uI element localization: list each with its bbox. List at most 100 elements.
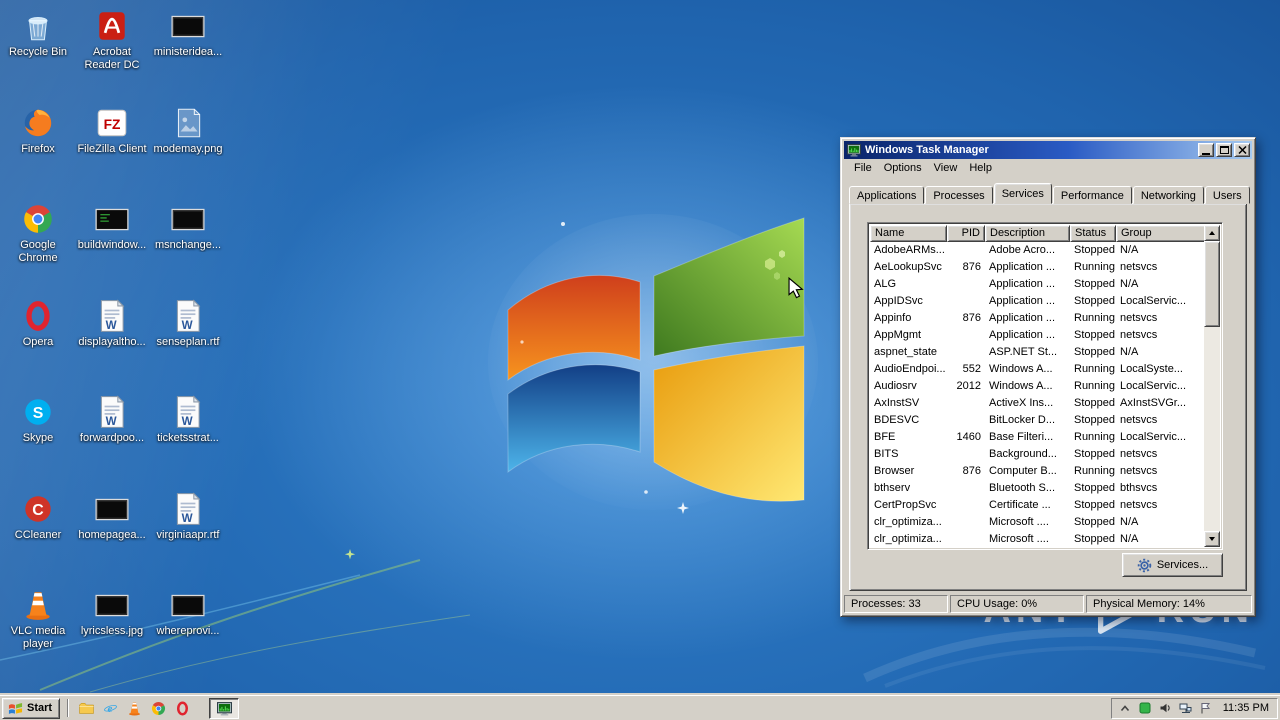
start-button[interactable]: Start <box>2 697 61 719</box>
desktop-icon-whereprovi[interactable]: whereprovi... <box>152 587 224 638</box>
desktop-icon-label: msnchange... <box>154 239 222 251</box>
volume-icon[interactable] <box>1158 701 1173 716</box>
column-header-status[interactable]: Status <box>1070 225 1116 242</box>
maximize-button[interactable] <box>1216 143 1232 157</box>
services-button[interactable]: Services... <box>1122 553 1223 577</box>
desktop-icon-recycle-bin[interactable]: Recycle Bin <box>2 8 74 59</box>
service-status: Running <box>1074 261 1115 273</box>
desktop-icon-ticketsstrat[interactable]: Wticketsstrat... <box>152 394 224 445</box>
service-pid <box>947 344 985 361</box>
service-row-bfe[interactable]: BFE 1460 Base Filteri... Running LocalServic… <box>870 429 1204 446</box>
desktop-icon-displayaltho[interactable]: Wdisplayaltho... <box>76 298 148 349</box>
ccleaner-icon: C <box>20 491 56 527</box>
service-row-adobearms[interactable]: AdobeARMs... Adobe Acro... Stopped N/A <box>870 242 1204 259</box>
network-icon[interactable] <box>1178 701 1193 716</box>
desktop-icon-label: FileZilla Client <box>77 143 147 155</box>
google-chrome-icon[interactable] <box>148 698 168 718</box>
desktop-icon-vlc-media-player[interactable]: VLC media player <box>2 587 74 651</box>
desktop-icon-acrobat-reader-dc[interactable]: Acrobat Reader DC <box>76 8 148 72</box>
windows-explorer-icon[interactable] <box>76 698 96 718</box>
desktop-icon-label: ticketsstrat... <box>157 432 219 444</box>
menu-options[interactable]: Options <box>878 160 928 176</box>
desktop-icon-filezilla-client[interactable]: FZ FileZilla Client <box>76 105 148 156</box>
tab-performance[interactable]: Performance <box>1052 186 1132 204</box>
service-description: Windows A... <box>989 380 1053 392</box>
service-row-aelookupsvc[interactable]: AeLookupSvc 876 Application ... Running nets… <box>870 259 1204 276</box>
taskbar-clock[interactable]: 11:35 PM <box>1218 702 1269 714</box>
service-name: AeLookupSvc <box>874 261 942 273</box>
tab-applications[interactable]: Applications <box>849 186 925 204</box>
menu-view[interactable]: View <box>928 160 964 176</box>
service-row-audioendpoi[interactable]: AudioEndpoi... 552 Windows A... Running Loca… <box>870 361 1204 378</box>
desktop-icon-opera[interactable]: Opera <box>2 298 74 349</box>
tab-services[interactable]: Services <box>993 183 1052 204</box>
desktop-icon-label: displayaltho... <box>78 336 146 348</box>
desktop-icon-forwardpoo[interactable]: Wforwardpoo... <box>76 394 148 445</box>
column-header-group[interactable]: Group <box>1116 225 1204 242</box>
desktop-icon-homepagea[interactable]: homepagea... <box>76 491 148 542</box>
desktop-icon-google-chrome[interactable]: Google Chrome <box>2 201 74 265</box>
scroll-down-button[interactable] <box>1204 531 1220 547</box>
service-row-clr-optimiza[interactable]: clr_optimiza... Microsoft .... Stopped N/A <box>870 531 1204 547</box>
service-row-bits[interactable]: BITS Background... Stopped netsvcs <box>870 446 1204 463</box>
service-row-aspnet-state[interactable]: aspnet_state ASP.NET St... Stopped N/A <box>870 344 1204 361</box>
service-status: Stopped <box>1074 329 1115 341</box>
vlc-icon[interactable] <box>124 698 144 718</box>
service-name: ALG <box>874 278 897 290</box>
desktop-icon-firefox[interactable]: Firefox <box>2 105 74 156</box>
word-doc-icon: W <box>170 298 206 334</box>
close-button[interactable] <box>1234 143 1250 157</box>
service-row-clr-optimiza[interactable]: clr_optimiza... Microsoft .... Stopped N/A <box>870 514 1204 531</box>
services-tab-page: Name PID Description Status Group AdobeARMs.… <box>849 203 1247 591</box>
taskbar-button-task-manager[interactable] <box>209 697 240 719</box>
scroll-up-button[interactable] <box>1204 225 1220 241</box>
service-row-appinfo[interactable]: Appinfo 876 Application ... Running netsvcs <box>870 310 1204 327</box>
service-row-alg[interactable]: ALG Application ... Stopped N/A <box>870 276 1204 293</box>
desktop-icon-label: virginiaapr.rtf <box>156 529 220 541</box>
desktop-icon-modemay-png[interactable]: modemay.png <box>152 105 224 156</box>
service-status: Stopped <box>1074 346 1115 358</box>
svg-text:FZ: FZ <box>104 117 121 132</box>
action-center-icon[interactable] <box>1198 701 1213 716</box>
vertical-scrollbar[interactable] <box>1204 225 1220 547</box>
desktop-icon-msnchange[interactable]: msnchange... <box>152 201 224 252</box>
opera-icon[interactable] <box>172 698 192 718</box>
desktop-icon-buildwindow[interactable]: buildwindow... <box>76 201 148 252</box>
tab-users[interactable]: Users <box>1204 186 1250 204</box>
desktop-icon-ccleaner[interactable]: C CCleaner <box>2 491 74 542</box>
tab-processes[interactable]: Processes <box>925 186 993 204</box>
tab-networking[interactable]: Networking <box>1132 186 1204 204</box>
svg-text:S: S <box>33 405 44 422</box>
service-row-bdesvc[interactable]: BDESVC BitLocker D... Stopped netsvcs <box>870 412 1204 429</box>
service-row-browser[interactable]: Browser 876 Computer B... Running netsvcs <box>870 463 1204 480</box>
menu-file[interactable]: File <box>848 160 878 176</box>
windows-flag-wallpaper <box>488 214 818 514</box>
service-pid <box>947 276 985 293</box>
title-bar[interactable]: Windows Task Manager <box>844 141 1252 159</box>
agent-icon[interactable] <box>1138 701 1153 716</box>
hidden-icons-icon[interactable] <box>1118 701 1133 716</box>
desktop-icon-senseplan-rtf[interactable]: Wsenseplan.rtf <box>152 298 224 349</box>
opera-icon <box>20 298 56 334</box>
column-header-pid[interactable]: PID <box>947 225 985 242</box>
column-header-description[interactable]: Description <box>985 225 1070 242</box>
service-description: Certificate ... <box>989 499 1051 511</box>
word-doc-icon: W <box>94 394 130 430</box>
desktop-icon-lyricsless-jpg[interactable]: lyricsless.jpg <box>76 587 148 638</box>
service-row-axinstsv[interactable]: AxInstSV ActiveX Ins... Stopped AxInstSVGr.… <box>870 395 1204 412</box>
service-pid: 876 <box>962 465 981 477</box>
menu-help[interactable]: Help <box>963 160 998 176</box>
service-pid: 2012 <box>956 380 981 392</box>
scrollbar-thumb[interactable] <box>1204 241 1220 327</box>
service-row-certpropsvc[interactable]: CertPropSvc Certificate ... Stopped netsvcs <box>870 497 1204 514</box>
column-header-name[interactable]: Name <box>870 225 947 242</box>
minimize-button[interactable] <box>1198 143 1214 157</box>
service-row-appmgmt[interactable]: AppMgmt Application ... Stopped netsvcs <box>870 327 1204 344</box>
desktop-icon-ministeridea[interactable]: ministeridea... <box>152 8 224 59</box>
internet-explorer-icon[interactable]: e <box>100 698 120 718</box>
desktop-icon-virginiaapr-rtf[interactable]: Wvirginiaapr.rtf <box>152 491 224 542</box>
service-row-bthserv[interactable]: bthserv Bluetooth S... Stopped bthsvcs <box>870 480 1204 497</box>
service-row-audiosrv[interactable]: Audiosrv 2012 Windows A... Running LocalServ… <box>870 378 1204 395</box>
service-row-appidsvc[interactable]: AppIDSvc Application ... Stopped LocalServi… <box>870 293 1204 310</box>
desktop-icon-skype[interactable]: S Skype <box>2 394 74 445</box>
